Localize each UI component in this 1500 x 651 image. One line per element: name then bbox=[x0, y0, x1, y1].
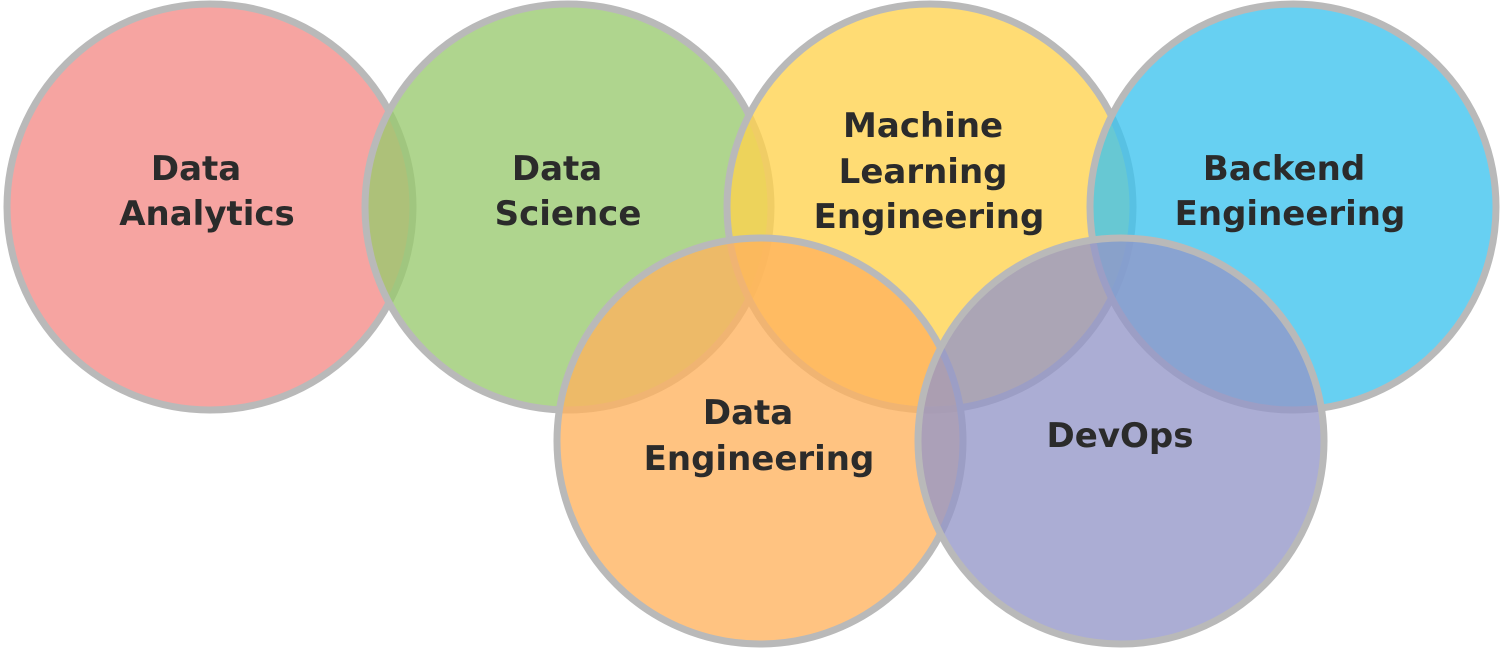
venn-svg: Data Analytics Data Science Machine Lear… bbox=[3, 0, 1500, 648]
label-line: Analytics bbox=[119, 194, 295, 234]
venn-diagram: Data Analytics Data Science Machine Lear… bbox=[0, 0, 1500, 651]
label-line: Data bbox=[703, 393, 793, 433]
label-line: Data bbox=[151, 149, 241, 189]
label-machine-learning-engineering: Machine Learning Engineering bbox=[814, 106, 1045, 237]
label-line: Engineering bbox=[1175, 194, 1406, 234]
label-line: Engineering bbox=[644, 439, 875, 479]
label-line: Learning bbox=[839, 152, 1008, 192]
circles-layer bbox=[3, 0, 1500, 648]
label-devops: DevOps bbox=[1047, 416, 1194, 456]
label-line: Data bbox=[512, 149, 602, 189]
label-line: DevOps bbox=[1047, 416, 1194, 456]
label-line: Backend bbox=[1203, 149, 1365, 189]
label-line: Science bbox=[495, 194, 642, 234]
label-line: Machine bbox=[843, 106, 1003, 146]
label-line: Engineering bbox=[814, 197, 1045, 237]
